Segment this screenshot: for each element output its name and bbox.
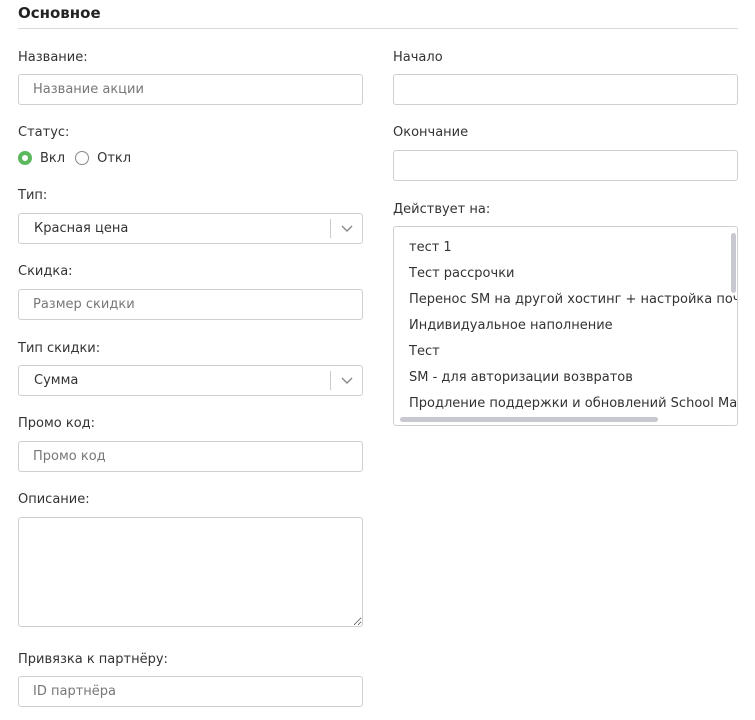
- select-separator: [330, 219, 331, 238]
- end-input[interactable]: [393, 150, 738, 181]
- chevron-down-icon: [341, 225, 353, 232]
- section-title: Основное: [18, 4, 101, 22]
- description-textarea[interactable]: [18, 517, 363, 627]
- end-label: Окончание: [393, 125, 469, 140]
- discount-type-select-value: Сумма: [34, 373, 79, 388]
- horizontal-scrollbar[interactable]: [400, 417, 658, 422]
- discount-type-label: Тип скидки:: [18, 341, 101, 356]
- applies-to-label: Действует на:: [393, 202, 491, 217]
- promo-input[interactable]: [18, 441, 363, 472]
- chevron-down-icon: [341, 377, 353, 384]
- partner-label: Привязка к партнёру:: [18, 652, 168, 667]
- list-item[interactable]: Тест рассрочки: [409, 265, 515, 282]
- type-label: Тип:: [18, 188, 48, 203]
- name-input[interactable]: [18, 74, 363, 105]
- radio-checked-icon: [18, 151, 32, 165]
- list-item[interactable]: SM - для авторизации возвратов: [409, 369, 633, 386]
- list-item[interactable]: Перенос SM на другой хостинг + настройка…: [409, 291, 737, 308]
- description-label: Описание:: [18, 492, 90, 507]
- name-label: Название:: [18, 50, 88, 65]
- select-separator: [330, 371, 331, 390]
- discount-label: Скидка:: [18, 264, 73, 279]
- discount-type-select[interactable]: Сумма: [18, 365, 363, 396]
- status-radio-off[interactable]: Откл: [75, 151, 131, 166]
- status-radio-on-label: Вкл: [40, 150, 66, 166]
- status-radio-group: Вкл Откл: [18, 149, 141, 167]
- section-divider: [18, 28, 738, 29]
- vertical-scrollbar[interactable]: [731, 233, 736, 293]
- start-label: Начало: [393, 50, 443, 65]
- list-item[interactable]: тест 1: [409, 239, 452, 256]
- type-select-value: Красная цена: [34, 221, 129, 236]
- promo-label: Промо код:: [18, 416, 96, 431]
- list-item[interactable]: Продление поддержки и обновлений School …: [409, 395, 737, 412]
- list-item[interactable]: Тест: [409, 343, 440, 360]
- radio-unchecked-icon: [75, 151, 90, 165]
- start-input[interactable]: [393, 74, 738, 105]
- partner-input[interactable]: [18, 676, 363, 707]
- status-label: Статус:: [18, 125, 70, 140]
- list-item[interactable]: Индивидуальное наполнение: [409, 317, 613, 334]
- applies-to-listbox[interactable]: тест 1 Тест рассрочки Перенос SM на друг…: [393, 226, 738, 426]
- discount-input[interactable]: [18, 289, 363, 320]
- status-radio-on[interactable]: Вкл: [18, 151, 65, 166]
- type-select[interactable]: Красная цена: [18, 213, 363, 244]
- status-radio-off-label: Откл: [97, 150, 132, 166]
